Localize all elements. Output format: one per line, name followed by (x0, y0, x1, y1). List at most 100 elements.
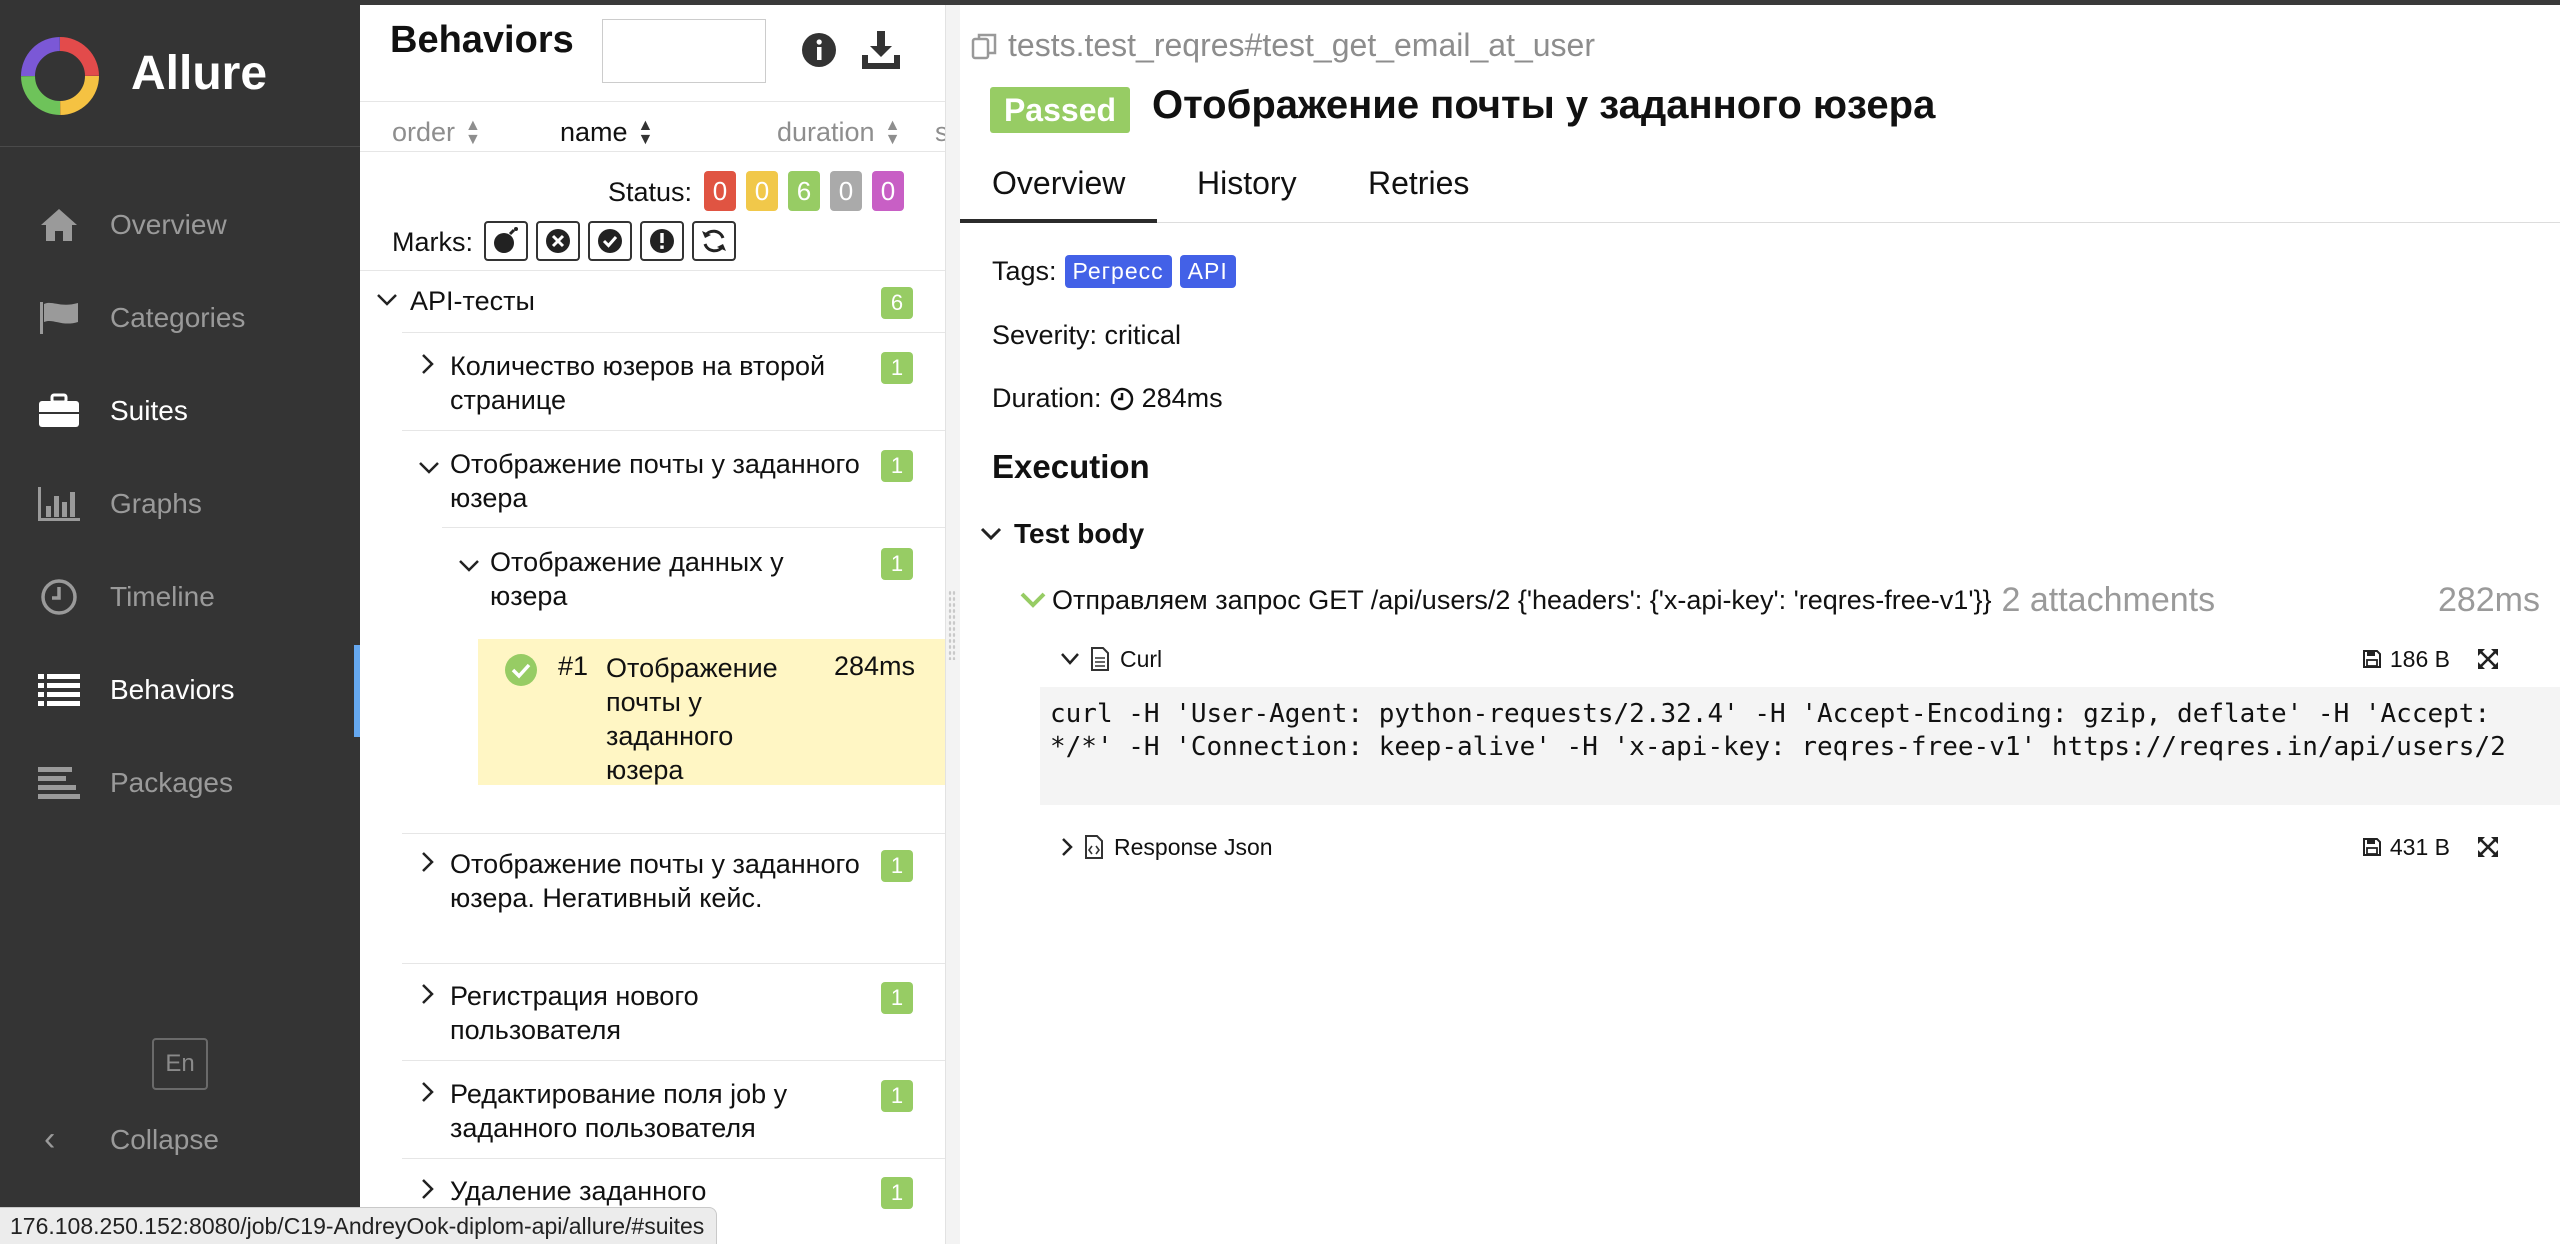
sort-label: duration (777, 117, 875, 147)
bar-chart-icon (36, 481, 82, 527)
splitter-grip-icon[interactable] (948, 590, 956, 660)
language-switcher[interactable]: En (152, 1038, 208, 1090)
sort-arrows-icon: ▲ ▼ (465, 116, 481, 148)
divider (360, 151, 945, 152)
attachment-row-curl[interactable]: Curl 186 B (1060, 639, 2500, 679)
nav-label: Behaviors (110, 674, 235, 705)
node-count-badge: 1 (881, 982, 913, 1014)
check-circle-icon[interactable] (588, 221, 632, 261)
behaviors-tree-pane: Behaviors order ▲ ▼ name ▲ ▼ duration ▲ ▼ s St… (360, 5, 945, 1244)
status-passed-count[interactable]: 6 (788, 171, 820, 211)
nav-label: Overview (110, 209, 227, 240)
status-unknown-count[interactable]: 0 (872, 171, 904, 211)
step-attachments-count: 2 attachments (2001, 580, 2216, 619)
chevron-right-icon (420, 851, 436, 880)
duration-value: 284ms (1141, 383, 1223, 413)
divider (402, 430, 945, 431)
brand[interactable]: Allure (0, 0, 360, 147)
attachment-name: Response Json (1114, 833, 1273, 860)
nav-categories[interactable]: Categories (0, 283, 360, 353)
status-badge: Passed (990, 87, 1130, 133)
step-name: Отправляем запрос GET /api/users/2 {'hea… (1052, 584, 1992, 615)
marks-label: Marks: (392, 227, 473, 257)
attachment-size-text: 186 B (2389, 645, 2450, 672)
refresh-icon[interactable] (692, 221, 736, 261)
expand-icon[interactable] (2476, 835, 2500, 859)
chevron-left-icon: ‹ (44, 1120, 56, 1158)
bomb-icon[interactable] (484, 221, 528, 261)
tree-node-label: Удаление заданного (450, 1176, 707, 1206)
file-text-icon (1091, 647, 1109, 671)
nav-label: Categories (110, 302, 246, 333)
tree-node-label: API-тесты (410, 286, 535, 316)
node-count-badge: 1 (881, 450, 913, 482)
status-label: Status: (608, 177, 693, 207)
chevron-down-icon (1020, 592, 1046, 608)
tab-overview[interactable]: Overview (960, 165, 1158, 223)
exclamation-circle-icon[interactable] (640, 221, 684, 261)
nav-label: Timeline (110, 581, 215, 612)
test-case-duration: 284ms (834, 651, 916, 681)
divider (402, 1060, 945, 1061)
attachment-size[interactable]: 431 B (2362, 834, 2450, 861)
status-skipped-count[interactable]: 0 (830, 171, 862, 211)
attachment-name: Curl (1120, 645, 1163, 672)
app-name: Allure (131, 47, 268, 100)
node-count-badge: 6 (881, 287, 913, 319)
download-icon[interactable] (860, 29, 902, 71)
collapse-label: Collapse (110, 1124, 219, 1155)
chevron-down-icon (1061, 653, 1079, 665)
step-row[interactable]: Отправляем запрос GET /api/users/2 {'hea… (1020, 577, 2550, 623)
times-circle-icon[interactable] (536, 221, 580, 261)
chevron-down-icon (418, 455, 440, 483)
sort-duration[interactable]: duration ▲ ▼ (777, 117, 900, 148)
nav-label: Packages (110, 767, 233, 798)
nav-label: Graphs (110, 488, 202, 519)
info-icon[interactable] (800, 31, 838, 69)
attachment-row-response-json[interactable]: Response Json 431 B (1060, 827, 2500, 867)
expand-icon[interactable] (2476, 647, 2500, 671)
status-failed-count[interactable]: 0 (704, 171, 736, 211)
duration-label: Duration: (992, 383, 1102, 413)
status-broken-count[interactable]: 0 (746, 171, 778, 211)
save-icon (2362, 838, 2381, 856)
nav-packages[interactable]: Packages (0, 748, 360, 818)
sort-status[interactable]: s (935, 117, 945, 148)
list-icon (36, 667, 82, 713)
tab-retries[interactable]: Retries (1368, 165, 1469, 223)
sort-arrows-icon: ▲ ▼ (884, 116, 901, 148)
test-detail-pane: tests.test_reqres#test_get_email_at_user… (960, 5, 2560, 1244)
sidebar: Allure Overview Categories Suites Graphs… (0, 0, 360, 1244)
test-fullname-text: tests.test_reqres#test_get_email_at_user (1008, 27, 1595, 63)
test-case-row[interactable]: #1 Отображение почты у заданного юзера 2… (478, 639, 945, 785)
pane-title: Behaviors (390, 19, 574, 61)
clock-icon (36, 574, 82, 620)
tab-history[interactable]: History (1197, 165, 1297, 223)
allure-logo-icon (21, 37, 99, 115)
nav-overview[interactable]: Overview (0, 190, 360, 260)
sort-name[interactable]: name ▲ ▼ (560, 117, 653, 148)
tree-node-label: Отображение почты у заданного юзера (450, 449, 860, 513)
nav-graphs[interactable]: Graphs (0, 469, 360, 539)
sort-label: name (560, 117, 628, 147)
chevron-right-icon (420, 1081, 436, 1110)
collapse-button[interactable]: ‹ Collapse (0, 1110, 360, 1170)
test-title: Отображение почты у заданного юзера (1152, 83, 1936, 127)
test-case-number: #1 (558, 651, 589, 681)
attachment-size[interactable]: 186 B (2362, 646, 2450, 673)
chevron-right-icon (420, 353, 436, 382)
node-count-badge: 1 (881, 1080, 913, 1112)
nav-timeline[interactable]: Timeline (0, 562, 360, 632)
sort-order[interactable]: order ▲ ▼ (392, 117, 481, 148)
tag-badge: API (1179, 255, 1236, 288)
tree-node-label: Регистрация нового пользователя (450, 981, 699, 1045)
nav-behaviors[interactable]: Behaviors (0, 645, 360, 737)
copy-icon[interactable] (970, 31, 1000, 61)
duration-row: Duration: 284ms (992, 383, 1223, 414)
save-icon (2362, 650, 2381, 668)
divider (360, 270, 945, 271)
nav-suites[interactable]: Suites (0, 376, 360, 446)
search-input[interactable] (602, 19, 766, 83)
severity-text: Severity: critical (992, 320, 1182, 350)
test-body-toggle[interactable]: Test body (980, 518, 1144, 550)
